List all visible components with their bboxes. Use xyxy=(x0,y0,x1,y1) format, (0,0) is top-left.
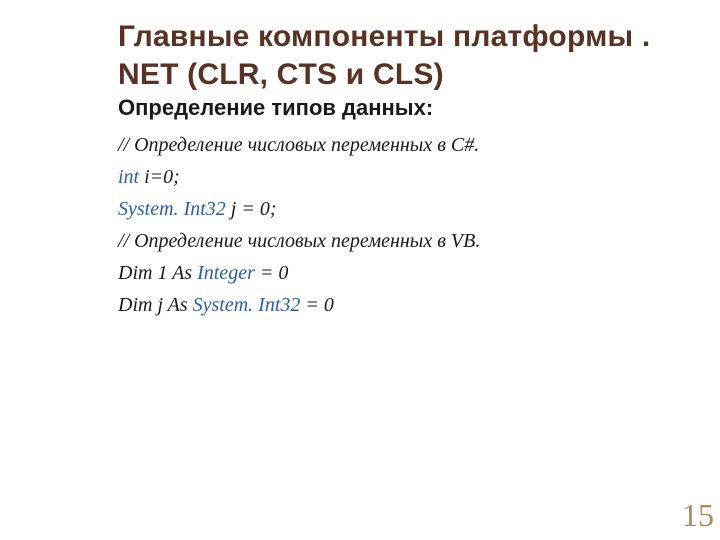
code-keyword: System. Int32 xyxy=(193,294,301,316)
slide-subtitle: Определение типов данных: xyxy=(118,95,694,121)
code-keyword: Integer xyxy=(197,262,255,284)
code-text: Dim 1 As xyxy=(118,262,197,284)
code-text: // Определение числовых переменных в С#. xyxy=(118,134,479,156)
code-line: Dim 1 As Integer = 0 xyxy=(118,257,694,289)
code-keyword: System. Int32 xyxy=(118,198,226,220)
code-text: j = 0; xyxy=(226,198,277,220)
code-line: int i=0; xyxy=(118,161,694,193)
code-text: = 0 xyxy=(255,262,289,284)
code-text: i=0; xyxy=(139,166,180,188)
slide-title: Главные компоненты платформы . NET (CLR,… xyxy=(118,18,694,93)
code-line: Dim j As System. Int32 = 0 xyxy=(118,289,694,321)
page-number: 15 xyxy=(682,497,714,534)
code-text: = 0 xyxy=(300,294,334,316)
code-line: // Определение числовых переменных в VB. xyxy=(118,225,694,257)
code-line: // Определение числовых переменных в С#. xyxy=(118,129,694,161)
code-text: // Определение числовых переменных в VB. xyxy=(118,230,480,252)
slide: Главные компоненты платформы . NET (CLR,… xyxy=(0,0,720,540)
code-text: Dim j As xyxy=(118,294,193,316)
code-keyword: int xyxy=(118,166,139,188)
code-line: System. Int32 j = 0; xyxy=(118,193,694,225)
code-block: // Определение числовых переменных в С#.… xyxy=(118,129,694,321)
